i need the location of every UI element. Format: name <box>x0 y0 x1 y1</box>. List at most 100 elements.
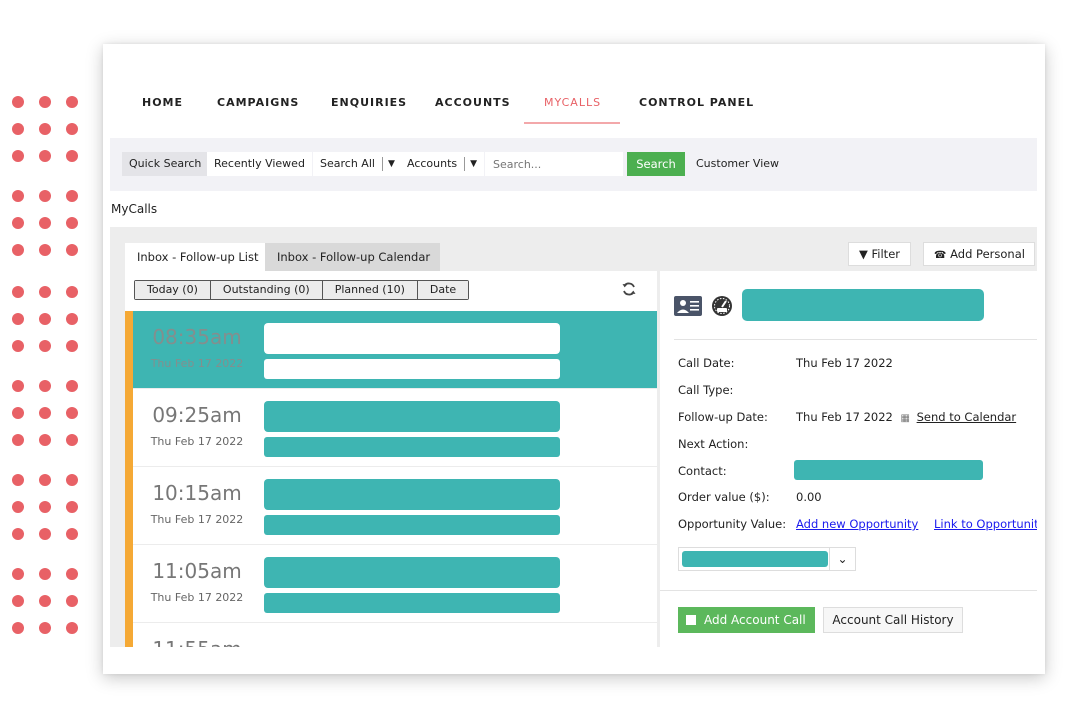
decorative-dot <box>66 123 78 135</box>
quick-search-tab[interactable]: Quick Search <box>122 152 209 176</box>
decorative-dot <box>39 622 51 634</box>
call-date: Thu Feb 17 2022 <box>150 591 244 604</box>
nav-control-panel[interactable]: CONTROL PANEL <box>639 96 754 109</box>
send-to-calendar-link[interactable]: Send to Calendar <box>917 410 1017 424</box>
account-call-history-button[interactable]: Account Call History <box>823 607 963 633</box>
decorative-dot <box>12 434 24 446</box>
decorative-dot <box>12 407 24 419</box>
decorative-dot <box>12 595 24 607</box>
recently-viewed-tab[interactable]: Recently Viewed <box>207 152 312 176</box>
tab-follow-up-list[interactable]: Inbox - Follow-up List <box>125 243 265 271</box>
decorative-dot <box>66 286 78 298</box>
search-button[interactable]: Search <box>627 152 685 176</box>
filter-today[interactable]: Today (0) <box>135 281 211 299</box>
decorative-dot <box>66 217 78 229</box>
calendar-icon: ▦ <box>900 413 910 424</box>
decorative-dot <box>12 244 24 256</box>
decorative-dot <box>39 528 51 540</box>
call-list-pane: Today (0) Outstanding (0) Planned (10) D… <box>125 271 657 647</box>
filter-button[interactable]: ▼ Filter <box>848 242 911 266</box>
decorative-dot <box>39 244 51 256</box>
search-input[interactable] <box>485 152 623 176</box>
decorative-dot <box>12 474 24 486</box>
tab-follow-up-calendar[interactable]: Inbox - Follow-up Calendar <box>265 243 440 271</box>
decorative-dot <box>39 474 51 486</box>
order-value: 0.00 <box>796 490 822 504</box>
redacted-call-title <box>264 401 560 432</box>
add-account-call-button[interactable]: Add Account Call <box>678 607 815 633</box>
filter-outstanding[interactable]: Outstanding (0) <box>210 281 323 299</box>
dashboard-gauge-icon[interactable] <box>711 295 733 317</box>
nav-accounts[interactable]: ACCOUNTS <box>435 96 511 109</box>
decorative-dot <box>39 340 51 352</box>
decorative-dot <box>12 96 24 108</box>
search-scope-select[interactable]: Search All ▼ <box>313 152 402 176</box>
followup-date-label: Follow-up Date: <box>678 410 768 424</box>
decorative-dot <box>12 622 24 634</box>
phone-add-icon: ☎ <box>934 250 947 261</box>
nav-campaigns[interactable]: CAMPAIGNS <box>217 96 299 109</box>
decorative-dot <box>12 190 24 202</box>
call-detail-pane: Call Date: Thu Feb 17 2022 Call Type: Fo… <box>660 271 1037 647</box>
call-list-item[interactable]: 09:25am Thu Feb 17 2022 <box>125 389 657 467</box>
call-date: Thu Feb 17 2022 <box>150 513 244 526</box>
call-time: 08:35am <box>152 325 242 349</box>
add-new-opportunity-link[interactable]: Add new Opportunity <box>796 517 918 531</box>
decorative-dot <box>12 340 24 352</box>
decorative-dot <box>12 528 24 540</box>
filter-planned[interactable]: Planned (10) <box>322 281 418 299</box>
decorative-dot <box>39 313 51 325</box>
nav-mycalls[interactable]: MYCALLS <box>544 96 601 109</box>
filter-date[interactable]: Date <box>417 281 469 299</box>
redacted-select-value <box>682 551 828 567</box>
call-list-item[interactable]: 11:55am <box>125 623 657 647</box>
decorative-dot <box>66 190 78 202</box>
contact-card-icon[interactable] <box>674 296 702 316</box>
redacted-call-title <box>264 323 560 354</box>
decorative-dot <box>39 434 51 446</box>
search-entity-select[interactable]: Accounts ▼ <box>400 152 485 176</box>
refresh-icon[interactable] <box>621 281 637 297</box>
decorative-dot <box>39 407 51 419</box>
decorative-dot <box>12 501 24 513</box>
call-date: Thu Feb 17 2022 <box>150 357 244 370</box>
call-filter-group: Today (0) Outstanding (0) Planned (10) D… <box>134 280 470 300</box>
decorative-dot <box>66 501 78 513</box>
call-list-item[interactable]: 10:15am Thu Feb 17 2022 <box>125 467 657 545</box>
opportunity-links: Add new Opportunity Link to Opportunity <box>796 517 1037 531</box>
call-list-item[interactable]: 08:35am Thu Feb 17 2022 <box>125 311 657 389</box>
nav-enquiries[interactable]: ENQUIRIES <box>331 96 407 109</box>
decorative-dot <box>66 96 78 108</box>
filter-label: Filter <box>871 247 900 261</box>
chevron-down-icon: ⌄ <box>829 548 855 570</box>
redacted-call-subtitle <box>264 593 560 613</box>
call-time: 11:05am <box>152 559 242 583</box>
decorative-dot <box>39 501 51 513</box>
redacted-call-title <box>264 479 560 510</box>
call-date-value: Thu Feb 17 2022 <box>796 356 893 370</box>
redacted-contact[interactable] <box>794 460 983 480</box>
add-account-call-label: Add Account Call <box>704 613 806 627</box>
link-to-opportunity-link[interactable]: Link to Opportunity <box>934 517 1037 531</box>
call-time: 10:15am <box>152 481 242 505</box>
status-select[interactable]: ⌄ <box>678 547 856 571</box>
decorative-dot <box>12 123 24 135</box>
call-date-label: Call Date: <box>678 356 735 370</box>
decorative-dot <box>39 150 51 162</box>
redacted-call-title <box>264 557 560 588</box>
add-personal-label: Add Personal <box>950 247 1025 261</box>
decorative-dot <box>12 286 24 298</box>
decorative-dot <box>66 150 78 162</box>
customer-view-link[interactable]: Customer View <box>696 152 779 176</box>
search-scope-value: Search All <box>320 157 375 170</box>
app-window: HOME CAMPAIGNS ENQUIRIES ACCOUNTS MYCALL… <box>103 44 1045 674</box>
redacted-account-name <box>742 289 984 321</box>
nav-home[interactable]: HOME <box>142 96 183 109</box>
call-list-item[interactable]: 11:05am Thu Feb 17 2022 <box>125 545 657 623</box>
order-value-label: Order value ($): <box>678 490 770 504</box>
followup-date-field: Thu Feb 17 2022 ▦ Send to Calendar <box>796 410 1016 424</box>
call-time: 09:25am <box>152 403 242 427</box>
add-personal-button[interactable]: ☎ Add Personal <box>923 242 1035 266</box>
divider <box>674 339 1037 340</box>
list-priority-bar <box>125 311 133 647</box>
